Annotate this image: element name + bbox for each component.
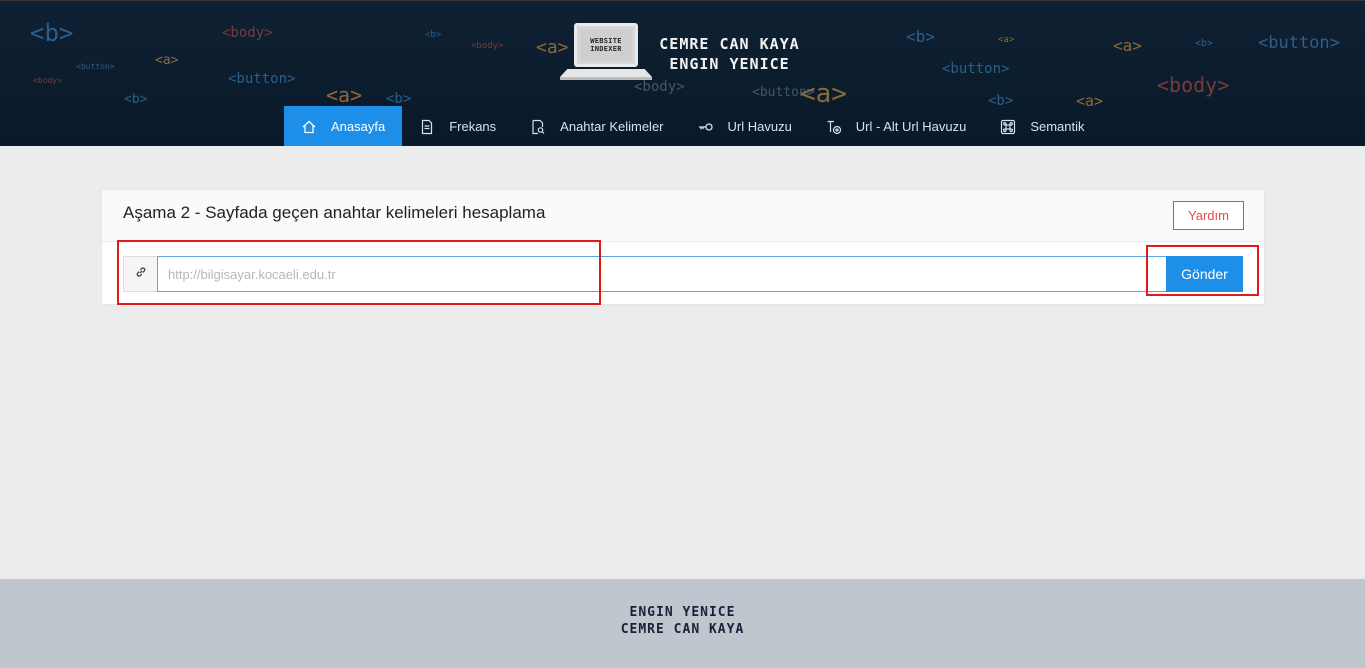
submit-button[interactable]: Gönder <box>1166 256 1243 292</box>
nav-item-url-havuzu[interactable]: Url Havuzu <box>681 106 809 146</box>
site-header: <b> <body> <button> <a> <b> <body> <a> <… <box>0 0 1365 146</box>
help-button[interactable]: Yardım <box>1173 201 1244 230</box>
bg-tag: <body> <box>1157 73 1230 97</box>
brand-names: CEMRE CAN KAYA ENGIN YENICE <box>652 34 807 74</box>
bg-tag: <button> <box>1258 33 1340 53</box>
logo-text-line: INDEXER <box>590 45 622 53</box>
main-nav: Anasayfa Frekans Anahtar Kelimeler Url H… <box>284 106 1102 146</box>
site-logo[interactable]: WEBSITE INDEXER <box>560 23 652 83</box>
bg-tag: <body> <box>222 25 273 41</box>
command-icon <box>1000 119 1016 135</box>
laptop-base-shadow <box>560 77 652 80</box>
nav-item-url-alt-url-havuzu[interactable]: Url - Alt Url Havuzu <box>809 106 984 146</box>
card-header: Aşama 2 - Sayfada geçen anahtar kelimele… <box>102 190 1264 242</box>
bg-tag: <b> <box>124 92 148 107</box>
bg-tag: <button> <box>942 61 1010 77</box>
bg-tag: <b> <box>386 91 412 107</box>
nav-item-anahtar-kelimeler[interactable]: Anahtar Kelimeler <box>513 106 680 146</box>
site-footer: ENGIN YENICE CEMRE CAN KAYA <box>0 579 1365 668</box>
nav-item-semantik[interactable]: Semantik <box>983 106 1101 146</box>
bg-tag: <button> <box>228 71 296 87</box>
bg-tag: <a> <box>1113 36 1142 55</box>
card-title: Aşama 2 - Sayfada geçen anahtar kelimele… <box>123 203 546 222</box>
laptop-icon: WEBSITE INDEXER <box>574 23 638 67</box>
bg-tag: <b> <box>30 19 74 47</box>
bg-tag: <button> <box>76 62 115 71</box>
nav-label: Frekans <box>449 119 497 134</box>
bg-tag: <b> <box>1195 38 1214 49</box>
bg-tag: <a> <box>800 79 847 109</box>
bg-tag: <a> <box>326 83 363 107</box>
bg-tag: <a> <box>998 35 1015 45</box>
laptop-base <box>560 69 652 77</box>
bg-tag: <body> <box>33 76 62 85</box>
nav-label: Anasayfa <box>331 119 386 134</box>
document-search-icon <box>530 119 546 135</box>
bg-tag: <b> <box>425 30 442 40</box>
brand-line2: ENGIN YENICE <box>669 55 790 73</box>
bg-tag: <a> <box>155 53 179 68</box>
bg-tag: <b> <box>906 27 935 46</box>
link-icon <box>135 265 147 283</box>
footer-line2: CEMRE CAN KAYA <box>620 622 745 637</box>
url-addon <box>123 256 158 292</box>
keyword-calc-card: Aşama 2 - Sayfada geçen anahtar kelimele… <box>101 189 1265 305</box>
nav-item-frekans[interactable]: Frekans <box>402 106 513 146</box>
footer-line1: ENGIN YENICE <box>629 605 736 620</box>
nav-label: Semantik <box>1030 119 1085 134</box>
logo-text-line: WEBSITE <box>590 37 622 45</box>
nav-label: Url Havuzu <box>727 119 792 134</box>
nav-label: Anahtar Kelimeler <box>560 119 664 134</box>
nav-item-anasayfa[interactable]: Anasayfa <box>284 106 403 146</box>
key-icon <box>698 119 714 135</box>
brand-line1: CEMRE CAN KAYA <box>659 35 800 53</box>
document-icon <box>419 119 435 135</box>
url-input[interactable] <box>157 256 1167 292</box>
tree-add-icon <box>826 119 842 135</box>
bg-tag: <body> <box>471 41 504 51</box>
home-icon <box>301 119 317 135</box>
nav-label: Url - Alt Url Havuzu <box>855 119 967 134</box>
